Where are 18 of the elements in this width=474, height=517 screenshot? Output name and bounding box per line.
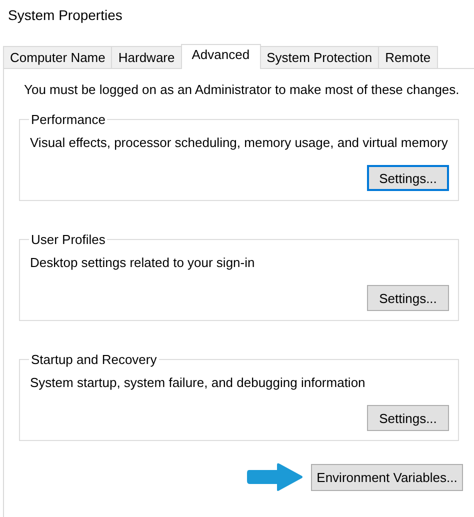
environment-variables-button[interactable]: Environment Variables... [311, 464, 463, 490]
tab[interactable]: Remote [378, 46, 438, 68]
tab[interactable]: Hardware [111, 46, 182, 68]
notice-text: You must be logged on as an Administrator to make most of these changes. [24, 82, 460, 97]
group-description: System startup, system failure, and debugging information [30, 375, 366, 390]
tab[interactable]: Computer Name [3, 46, 112, 68]
tab[interactable]: Advanced [180, 44, 261, 69]
window-title: System Properties [7, 6, 124, 25]
settings-button[interactable]: Settings... [367, 405, 449, 431]
settings-button[interactable]: Settings... [367, 165, 449, 191]
tab[interactable]: System Protection [260, 46, 380, 68]
group-title: Startup and Recovery [30, 352, 158, 367]
group-description: Desktop settings related to your sign-in [30, 255, 256, 270]
group-description: Visual effects, processor scheduling, memory usage, and virtual memory [30, 135, 449, 150]
arrow-icon [247, 462, 303, 492]
settings-button[interactable]: Settings... [367, 285, 449, 311]
group-title: Performance [30, 112, 106, 127]
group-title: User Profiles [30, 232, 106, 247]
